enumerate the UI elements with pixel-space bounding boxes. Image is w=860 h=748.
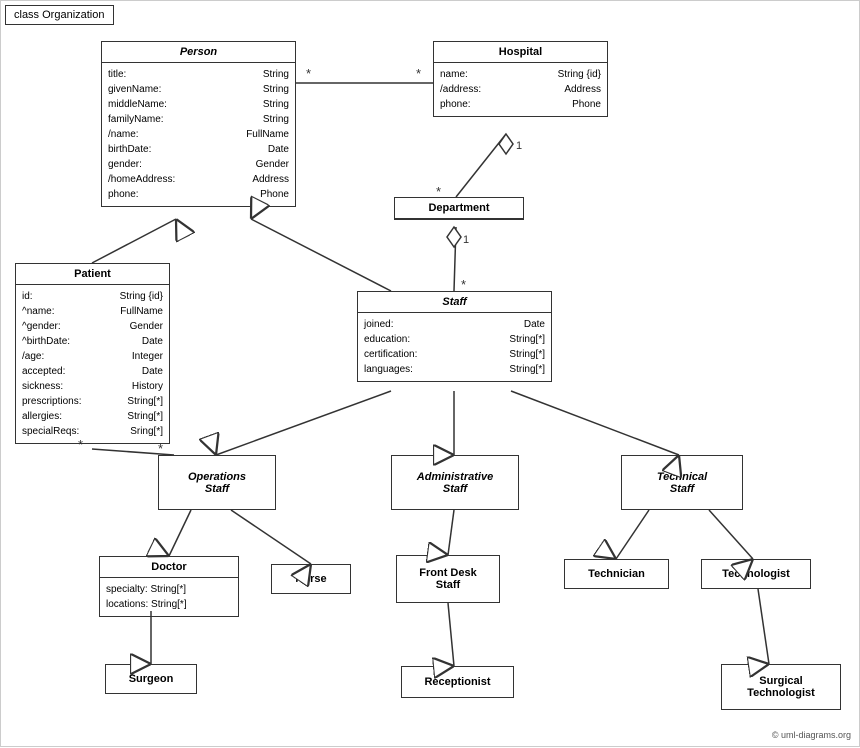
svg-text:1: 1	[516, 140, 522, 152]
class-patient-attrs: id:String {id} ^name:FullName ^gender:Ge…	[16, 285, 169, 443]
class-operations-staff-name: OperationsStaff	[159, 467, 275, 499]
class-hospital: Hospital name:String {id} /address:Addre…	[433, 41, 608, 117]
diagram-container: class Organization Person title:String g…	[0, 0, 860, 747]
class-doctor-name: Doctor	[100, 557, 238, 578]
class-receptionist: Receptionist	[401, 666, 514, 698]
class-technical-staff-name: TechnicalStaff	[622, 467, 742, 499]
class-technician-name: Technician	[582, 564, 651, 584]
class-department-name: Department	[395, 198, 523, 219]
class-hospital-name: Hospital	[434, 42, 607, 63]
class-administrative-staff-name: AdministrativeStaff	[392, 467, 518, 499]
class-technologist: Technologist	[701, 559, 811, 589]
class-doctor-attrs: specialty: String[*] locations: String[*…	[100, 578, 238, 616]
class-staff-attrs: joined:Date education:String[*] certific…	[358, 313, 551, 381]
class-operations-staff: OperationsStaff	[158, 455, 276, 510]
class-person-name: Person	[102, 42, 295, 63]
copyright: © uml-diagrams.org	[772, 730, 851, 740]
class-surgeon-name: Surgeon	[123, 669, 180, 689]
class-staff: Staff joined:Date education:String[*] ce…	[357, 291, 552, 382]
class-department: Department	[394, 197, 524, 220]
class-technician: Technician	[564, 559, 669, 589]
svg-text:*: *	[416, 66, 421, 81]
class-receptionist-name: Receptionist	[418, 672, 496, 692]
class-technologist-name: Technologist	[716, 564, 796, 584]
class-nurse: Nurse	[271, 564, 351, 594]
class-surgeon: Surgeon	[105, 664, 197, 694]
class-surgical-technologist-name: SurgicalTechnologist	[741, 671, 821, 703]
class-person-attrs: title:String givenName:String middleName…	[102, 63, 295, 206]
svg-text:*: *	[461, 277, 466, 292]
diagram-title: class Organization	[5, 5, 114, 25]
class-patient-name: Patient	[16, 264, 169, 285]
class-hospital-attrs: name:String {id} /address:Address phone:…	[434, 63, 607, 116]
svg-text:*: *	[306, 66, 311, 81]
class-doctor: Doctor specialty: String[*] locations: S…	[99, 556, 239, 617]
class-front-desk-staff-name: Front DeskStaff	[413, 563, 482, 595]
svg-text:1: 1	[463, 234, 469, 246]
class-person: Person title:String givenName:String mid…	[101, 41, 296, 207]
class-staff-name: Staff	[358, 292, 551, 313]
class-patient: Patient id:String {id} ^name:FullName ^g…	[15, 263, 170, 444]
class-surgical-technologist: SurgicalTechnologist	[721, 664, 841, 710]
class-front-desk-staff: Front DeskStaff	[396, 555, 500, 603]
class-administrative-staff: AdministrativeStaff	[391, 455, 519, 510]
class-technical-staff: TechnicalStaff	[621, 455, 743, 510]
class-nurse-name: Nurse	[289, 569, 332, 589]
